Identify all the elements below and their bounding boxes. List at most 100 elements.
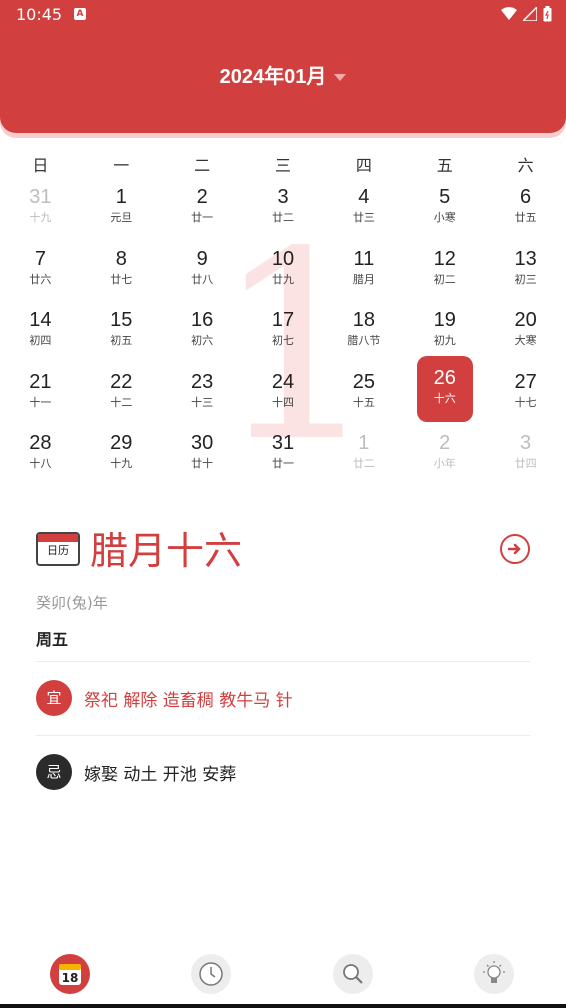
go-today-button[interactable]: [500, 534, 530, 564]
bottom-nav: 18: [0, 948, 566, 1004]
lunar-date: 廿三: [352, 211, 375, 224]
lunar-date: 初五: [110, 334, 133, 347]
divider: [36, 661, 530, 662]
day-cell[interactable]: 13 初三: [498, 245, 554, 305]
day-cell[interactable]: 29 十九: [93, 429, 149, 489]
day-cell[interactable]: 5 小寒: [417, 183, 473, 243]
day-number: 28: [29, 432, 52, 454]
lunar-date: 廿五: [514, 211, 537, 224]
day-cell[interactable]: 8 廿七: [93, 245, 149, 305]
lunar-date: 十六: [433, 391, 456, 405]
day-number: 8: [115, 247, 127, 270]
divider: [36, 735, 530, 736]
day-cell[interactable]: 17 初七: [255, 306, 311, 366]
day-cell[interactable]: 25 十五: [336, 368, 392, 428]
day-number: 14: [29, 309, 52, 331]
dropdown-caret-icon: [334, 74, 347, 82]
nav-clock[interactable]: [191, 954, 231, 994]
day-number: 1: [358, 432, 370, 454]
lunar-date: 廿七: [110, 272, 133, 286]
day-cell[interactable]: 18 腊八节: [336, 306, 392, 366]
ganzhi-year: 癸卯(兔)年: [36, 594, 108, 612]
day-number: 29: [110, 432, 133, 454]
lunar-date: 元旦: [110, 211, 133, 224]
day-cell[interactable]: 28 十八: [12, 429, 68, 489]
day-cell[interactable]: 3 廿四: [498, 429, 554, 489]
day-number: 24: [271, 370, 295, 393]
day-number: 13: [514, 247, 537, 270]
nav-search[interactable]: [333, 954, 373, 994]
lunar-date: 廿二: [352, 457, 375, 470]
day-cell-selected[interactable]: 26 十六: [416, 355, 473, 422]
day-number: 26: [433, 366, 456, 389]
day-number: 30: [191, 432, 214, 454]
day-cell[interactable]: 3 廿二: [255, 183, 311, 243]
day-cell[interactable]: 12 初二: [417, 245, 473, 305]
nav-calendar[interactable]: 18: [50, 954, 90, 994]
wifi-icon: [501, 7, 517, 20]
day-number: 23: [191, 370, 214, 393]
day-number: 18: [352, 309, 375, 331]
system-nav-bar: [0, 1004, 566, 1008]
day-cell[interactable]: 1 元旦: [93, 183, 149, 243]
lunar-date: 初三: [514, 272, 537, 286]
day-cell[interactable]: 4 廿三: [336, 183, 392, 243]
day-number: 15: [110, 309, 133, 331]
day-cell[interactable]: 14 初四: [12, 306, 68, 366]
yi-row: 宜 祭祀 解除 造畜稠 教牛马 针: [36, 678, 293, 718]
month-title: 2024年01月: [219, 66, 327, 88]
ji-text: 嫁娶 动土 开池 安葬: [84, 764, 237, 785]
day-cell[interactable]: 23 十三: [174, 368, 230, 428]
day-cell[interactable]: 31 廿一: [255, 429, 311, 489]
day-cell[interactable]: 21 十一: [12, 368, 68, 428]
day-number: 17: [271, 309, 295, 331]
day-cell[interactable]: 1 廿二: [336, 429, 392, 489]
lunar-date: 十九: [29, 211, 52, 224]
day-number: 21: [29, 370, 52, 393]
day-cell[interactable]: 6 廿五: [498, 183, 554, 243]
day-number: 2: [439, 432, 451, 454]
day-cell[interactable]: 22 十二: [93, 368, 149, 428]
weekday-label: 二: [194, 156, 211, 175]
day-cell[interactable]: 11 腊月: [336, 245, 392, 305]
weekday-text: 周五: [36, 630, 69, 649]
day-cell[interactable]: 16 初六: [174, 306, 230, 366]
calendar-badge-icon: 日历: [36, 532, 80, 566]
nav-ideas[interactable]: [474, 954, 514, 994]
calendar-icon-day: 18: [62, 971, 79, 985]
day-cell[interactable]: 7 廿六: [12, 245, 68, 305]
weekday-header: 日 一 二 三 四 五 六: [0, 152, 566, 176]
search-icon: [343, 964, 363, 984]
lunar-date: 十七: [514, 395, 537, 409]
day-number: 20: [514, 309, 537, 331]
day-cell[interactable]: 27 十七: [498, 368, 554, 428]
day-cell[interactable]: 24 十四: [255, 368, 311, 428]
lunar-date: 廿十: [191, 457, 214, 470]
day-number: 31: [271, 432, 295, 454]
day-number: 11: [353, 247, 375, 270]
lightbulb-icon: [483, 961, 505, 983]
day-number: 3: [277, 186, 289, 208]
calendar-badge-label: 日历: [47, 544, 69, 557]
weekday-label: 五: [436, 156, 453, 175]
day-cell[interactable]: 9 廿八: [174, 245, 230, 305]
lunar-day-title: 腊月十六: [90, 529, 243, 573]
day-cell[interactable]: 15 初五: [93, 306, 149, 366]
day-cell[interactable]: 2 廿一: [174, 183, 230, 243]
weekday-label: 一: [113, 156, 130, 175]
day-number: 6: [520, 186, 532, 208]
day-cell[interactable]: 30 廿十: [174, 429, 230, 489]
lunar-date: 十三: [191, 395, 214, 409]
lunar-date: 廿一: [272, 457, 294, 470]
day-cell[interactable]: 2 小年: [417, 429, 473, 489]
day-cell[interactable]: 10 廿九: [255, 245, 311, 305]
month-selector[interactable]: 2024年01月: [0, 60, 566, 89]
day-number: 4: [358, 186, 370, 208]
weekday-label: 三: [275, 156, 292, 175]
day-cell[interactable]: 20 大寒: [498, 306, 554, 366]
status-icons: [501, 6, 552, 22]
arrow-right-icon: [507, 543, 521, 555]
day-cell[interactable]: 31 十九: [12, 183, 68, 243]
lunar-date: 腊月: [352, 272, 375, 286]
lunar-date: 廿四: [514, 457, 537, 470]
